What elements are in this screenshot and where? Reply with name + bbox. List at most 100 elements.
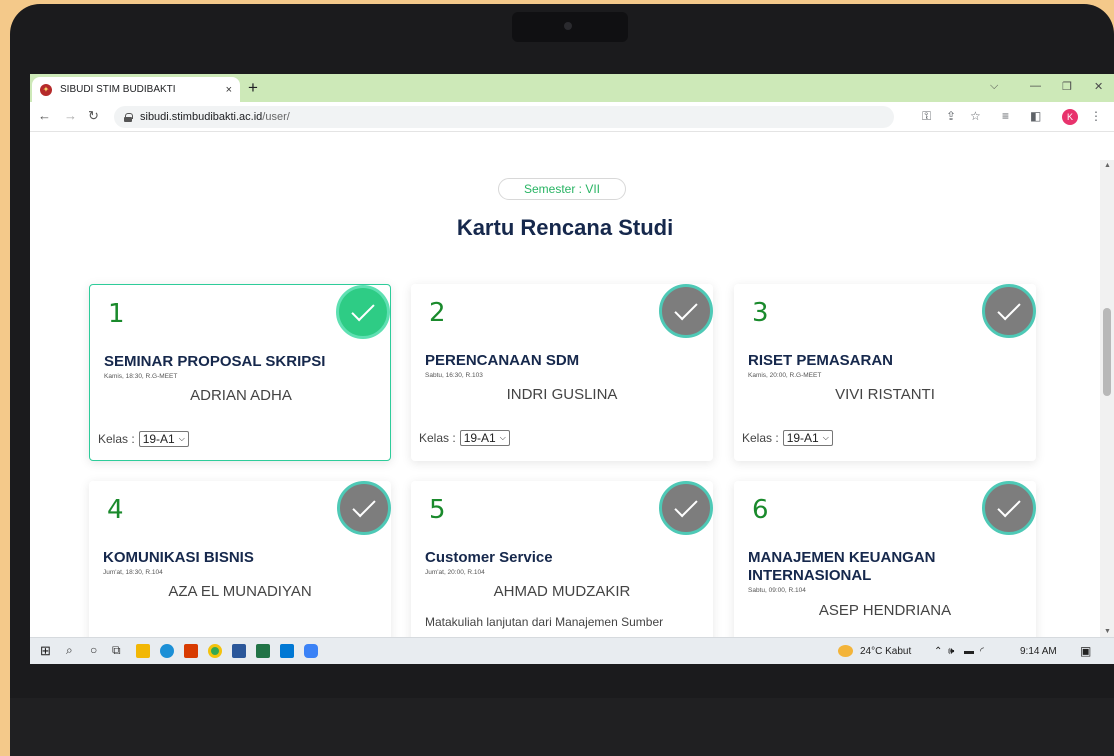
- kelas-select[interactable]: 19-A1 ⌵: [459, 430, 510, 446]
- reading-list-icon[interactable]: ≡: [1002, 109, 1009, 123]
- more-menu-icon[interactable]: ⋮: [1090, 109, 1102, 123]
- scroll-up-icon[interactable]: ▲: [1104, 162, 1111, 169]
- address-bar[interactable]: sibudi.stimbudibakti.ac.id /user/: [114, 106, 894, 128]
- key-icon[interactable]: ⚿: [922, 109, 931, 124]
- store-icon[interactable]: [304, 644, 318, 658]
- scroll-thumb[interactable]: [1103, 308, 1111, 396]
- word-icon[interactable]: [232, 644, 246, 658]
- kelas-row: Kelas : 19-A1 ⌵: [742, 430, 833, 446]
- page-scrollbar[interactable]: ▲ ▼: [1100, 160, 1114, 637]
- check-icon[interactable]: [982, 481, 1036, 535]
- close-window-icon[interactable]: ✕: [1094, 80, 1103, 93]
- office-icon[interactable]: [184, 644, 198, 658]
- minimize-icon[interactable]: —: [1030, 80, 1041, 92]
- url-domain: sibudi.stimbudibakti.ac.id: [140, 111, 263, 123]
- star-icon[interactable]: ☆: [970, 109, 981, 123]
- card-number: 5: [429, 495, 446, 525]
- windows-start-icon[interactable]: ⊞: [40, 643, 54, 658]
- forward-arrow-icon[interactable]: →: [64, 108, 77, 123]
- course-name: Customer Service: [425, 549, 553, 566]
- volume-icon[interactable]: 🕪: [948, 646, 954, 657]
- lecturer-name: AZA EL MUNADIYAN: [168, 583, 312, 600]
- course-card[interactable]: 6 MANAJEMEN KEUANGAN INTERNASIONAL Sabtu…: [734, 481, 1036, 637]
- card-number: 3: [752, 298, 769, 328]
- page-title: Kartu Rencana Studi: [456, 215, 674, 240]
- clock-time[interactable]: 9:14 AM: [1020, 646, 1057, 657]
- kelas-value: 19-A1: [786, 431, 819, 445]
- course-schedule: Jum'at, 20:00, R.104: [425, 569, 485, 576]
- course-schedule: Kamis, 18:30, R.G-MEET: [104, 373, 178, 380]
- kelas-value: 19-A1: [142, 432, 175, 446]
- course-card[interactable]: 5 Customer Service Jum'at, 20:00, R.104 …: [411, 481, 713, 637]
- kelas-row: Kelas : 19-A1 ⌵: [419, 430, 510, 446]
- browser-toolbar: ← → ↻ sibudi.stimbudibakti.ac.id /user/ …: [30, 102, 1114, 132]
- course-schedule: Kamis, 20:00, R.G-MEET: [748, 372, 822, 379]
- kelas-select[interactable]: 19-A1 ⌵: [138, 431, 189, 447]
- page-viewport: Semester : VII Kartu Rencana Studi 1 SEM…: [30, 160, 1114, 637]
- side-panel-icon[interactable]: ◧: [1030, 109, 1041, 123]
- url-path: /user/: [262, 111, 290, 123]
- reload-icon[interactable]: ↻: [88, 108, 99, 124]
- cortana-icon[interactable]: ○: [90, 643, 104, 657]
- course-name: SEMINAR PROPOSAL SKRIPSI: [104, 353, 326, 370]
- weather-icon[interactable]: [838, 645, 853, 657]
- course-card[interactable]: 3 RISET PEMASARAN Kamis, 20:00, R.G-MEET…: [734, 284, 1036, 461]
- share-icon[interactable]: ⇪: [946, 109, 956, 123]
- scroll-down-icon[interactable]: ▼: [1104, 628, 1111, 635]
- card-number: 4: [107, 495, 124, 525]
- restore-icon[interactable]: ❐: [1062, 80, 1072, 93]
- lecturer-name: ADRIAN ADHA: [190, 387, 292, 404]
- excel-icon[interactable]: [256, 644, 270, 658]
- lecturer-name: VIVI RISTANTI: [835, 386, 935, 403]
- course-schedule: Sabtu, 09:00, R.104: [748, 587, 806, 594]
- course-schedule: Sabtu, 16:30, R.103: [425, 372, 483, 379]
- check-icon[interactable]: [337, 481, 391, 535]
- kelas-select[interactable]: 19-A1 ⌵: [782, 430, 833, 446]
- edge-icon[interactable]: [160, 644, 174, 658]
- course-name: PERENCANAAN SDM: [425, 352, 580, 369]
- file-explorer-icon[interactable]: [136, 644, 150, 658]
- course-name: MANAJEMEN KEUANGAN INTERNASIONAL: [748, 549, 936, 584]
- browser-tab[interactable]: ✦ SIBUDI STIM BUDIBAKTI ×: [32, 77, 240, 102]
- lecturer-name: INDRI GUSLINA: [506, 386, 618, 403]
- check-icon[interactable]: [982, 284, 1036, 338]
- lock-icon: [124, 112, 133, 122]
- windows-taskbar: ⊞ ⌕ ○ ⧉ 24°C Kabut ⌃ 🕪 ▬ ◜ 9:14 AM ▣: [30, 637, 1114, 664]
- kelas-label: Kelas :: [98, 432, 135, 446]
- wifi-icon[interactable]: ◜: [980, 646, 984, 657]
- mail-icon[interactable]: [280, 644, 294, 658]
- laptop-bottom-bezel: [10, 698, 1114, 756]
- card-number: 6: [752, 495, 769, 525]
- lecturer-name: ASEP HENDRIANA: [818, 602, 952, 619]
- check-icon[interactable]: [659, 481, 713, 535]
- course-name: KOMUNIKASI BISNIS: [103, 549, 254, 566]
- search-icon[interactable]: ⌕: [66, 643, 80, 657]
- tray-chevron-up-icon[interactable]: ⌃: [934, 646, 942, 657]
- task-view-icon[interactable]: ⧉: [112, 643, 126, 657]
- tab-search-chevron-icon[interactable]: ⌵: [990, 80, 998, 93]
- course-name: RISET PEMASARAN: [748, 352, 894, 369]
- tab-title: SIBUDI STIM BUDIBAKTI: [60, 84, 176, 95]
- course-card[interactable]: 2 PERENCANAAN SDM Sabtu, 16:30, R.103 IN…: [411, 284, 713, 461]
- battery-icon[interactable]: ▬: [964, 646, 974, 657]
- course-card[interactable]: 4 KOMUNIKASI BISNIS Jum'at, 18:30, R.104…: [89, 481, 391, 637]
- card-number: 1: [108, 299, 125, 329]
- check-icon[interactable]: [659, 284, 713, 338]
- chevron-down-icon: ⌵: [499, 433, 506, 442]
- new-tab-button[interactable]: +: [248, 79, 258, 97]
- chrome-icon[interactable]: [208, 644, 222, 658]
- notification-icon[interactable]: ▣: [1080, 644, 1091, 658]
- back-arrow-icon[interactable]: ←: [38, 108, 51, 123]
- profile-avatar[interactable]: K: [1062, 109, 1078, 125]
- semester-badge: Semester : VII: [498, 178, 626, 200]
- kelas-row: Kelas : 19-A1 ⌵: [98, 431, 189, 447]
- kelas-value: 19-A1: [463, 431, 496, 445]
- course-description: Matakuliah lanjutan dari Manajemen Sumbe…: [425, 615, 664, 629]
- chevron-down-icon: ⌵: [822, 433, 829, 442]
- webcam: [564, 22, 572, 30]
- tab-close-icon[interactable]: ×: [226, 84, 232, 96]
- chevron-down-icon: ⌵: [178, 434, 185, 443]
- check-icon[interactable]: [336, 285, 390, 339]
- weather-text[interactable]: 24°C Kabut: [860, 646, 911, 657]
- course-card[interactable]: 1 SEMINAR PROPOSAL SKRIPSI Kamis, 18:30,…: [89, 284, 391, 461]
